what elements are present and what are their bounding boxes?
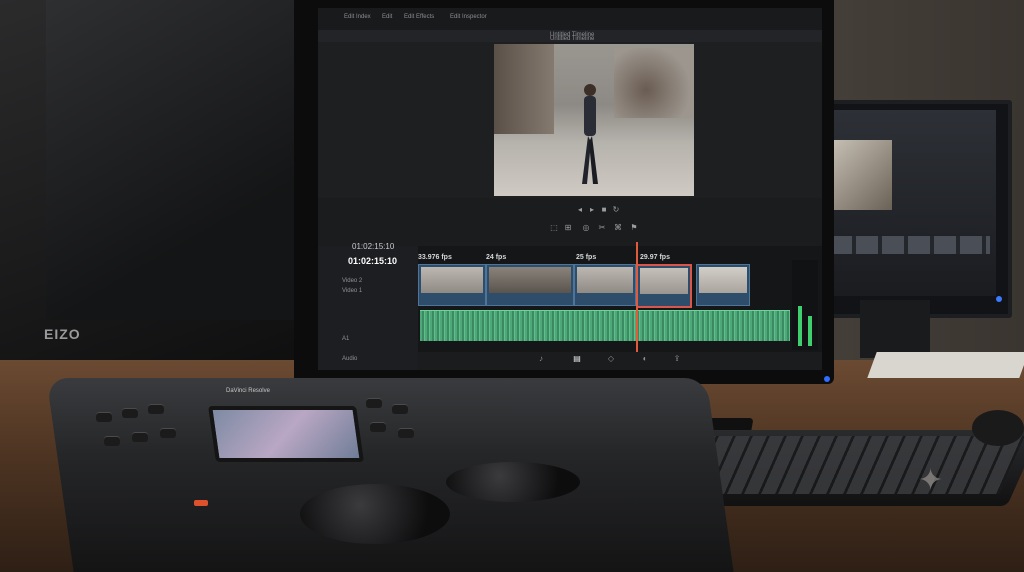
track-header-v2[interactable]: Video 2 (342, 278, 362, 284)
panel-key (148, 404, 164, 414)
right-monitor-led (996, 296, 1002, 302)
viewer-subtitle: Untitled Timeline (550, 36, 595, 42)
clip-fps-label: 24 fps (486, 254, 507, 261)
trackball-left (300, 484, 450, 544)
page-deliver-icon[interactable]: ⇪ (670, 354, 684, 368)
left-monitor-screen (46, 0, 306, 320)
timecode-display: 01:02:15:10 (352, 242, 395, 251)
page-media-icon[interactable]: ♪ (534, 354, 548, 368)
select-tool-icon[interactable]: ⬚ (550, 224, 558, 232)
playhead-timecode: 01:02:15:10 (348, 256, 398, 266)
viewer-building (494, 44, 554, 134)
loop-icon[interactable]: ↻ (612, 206, 620, 214)
track-header-a1[interactable]: A1 (342, 336, 349, 342)
transport-controls: ◂ ▸ ■ ↻ ⬚ ⊞ ◎ ✂ ⌘ ⚑ (318, 198, 822, 246)
flag-icon[interactable]: ⚑ (630, 224, 638, 232)
right-monitor-stand (860, 300, 930, 358)
track-header-a2[interactable]: Audio (342, 356, 357, 362)
clip-fps-label: 25 fps (576, 254, 597, 261)
editor-top-tabs: Edit Index Edit Edit Effects Edit Inspec… (318, 8, 822, 30)
panel-key (132, 432, 148, 442)
paper-sheet (867, 352, 1024, 378)
control-panel-brand: DaVinci Resolve (226, 388, 270, 394)
clip-fps-label: 33.976 fps (418, 254, 452, 261)
monitor-power-led (824, 376, 830, 382)
mouse (972, 410, 1024, 446)
right-monitor-clip-strip (830, 236, 990, 254)
page-color-icon[interactable]: ◐ (638, 354, 652, 368)
editor-screen: Edit Index Edit Edit Effects Edit Inspec… (318, 8, 822, 370)
timeline-clip-selected[interactable] (636, 264, 692, 308)
sparkle-icon: ✦ (918, 464, 944, 497)
snap-icon[interactable]: ◎ (582, 224, 590, 232)
page-navigation-bar: ♪ ▤ ◇ ◐ ⇪ (418, 352, 822, 370)
panel-key (370, 422, 386, 432)
timeline-clip[interactable] (696, 264, 750, 306)
timeline-clip[interactable] (418, 264, 486, 306)
eizo-logo: EIZO (44, 326, 81, 342)
panel-key (392, 404, 408, 414)
trim-tool-icon[interactable]: ⊞ (564, 224, 572, 232)
panel-key (122, 408, 138, 418)
right-monitor-thumbnail (828, 140, 892, 210)
play-icon[interactable]: ▸ (588, 206, 596, 214)
control-panel-screen (208, 406, 364, 462)
page-edit-icon[interactable]: ▤ (570, 354, 584, 368)
skip-back-icon[interactable]: ◂ (576, 206, 584, 214)
stop-icon[interactable]: ■ (600, 206, 608, 214)
panel-key (398, 428, 414, 438)
link-icon[interactable]: ⌘ (614, 224, 622, 232)
blade-icon[interactable]: ✂ (598, 224, 606, 232)
trackball-right (446, 462, 580, 502)
control-panel-led (194, 500, 208, 506)
tab-edit-index[interactable]: Edit Index (344, 14, 371, 20)
audio-meter-right (808, 316, 812, 346)
tab-edit-effects[interactable]: Edit Effects (404, 14, 434, 20)
page-fusion-icon[interactable]: ◇ (604, 354, 618, 368)
clip-fps-label: 29.97 fps (640, 254, 670, 261)
viewer-trees (614, 48, 694, 118)
panel-key (366, 398, 382, 408)
panel-key (104, 436, 120, 446)
timeline-clip[interactable] (486, 264, 574, 306)
audio-meter-left (798, 306, 802, 346)
tab-edit-inspector[interactable]: Edit Inspector (450, 14, 487, 20)
panel-key (96, 412, 112, 422)
audio-meters (792, 260, 818, 350)
audio-waveform-track[interactable] (420, 310, 790, 341)
track-header-v1[interactable]: Video 1 (342, 288, 362, 294)
viewer-walking-person (582, 84, 598, 184)
panel-key (160, 428, 176, 438)
timeline-playhead[interactable] (636, 242, 638, 360)
tab-edit[interactable]: Edit (382, 14, 392, 20)
timeline-clip[interactable] (574, 264, 636, 306)
